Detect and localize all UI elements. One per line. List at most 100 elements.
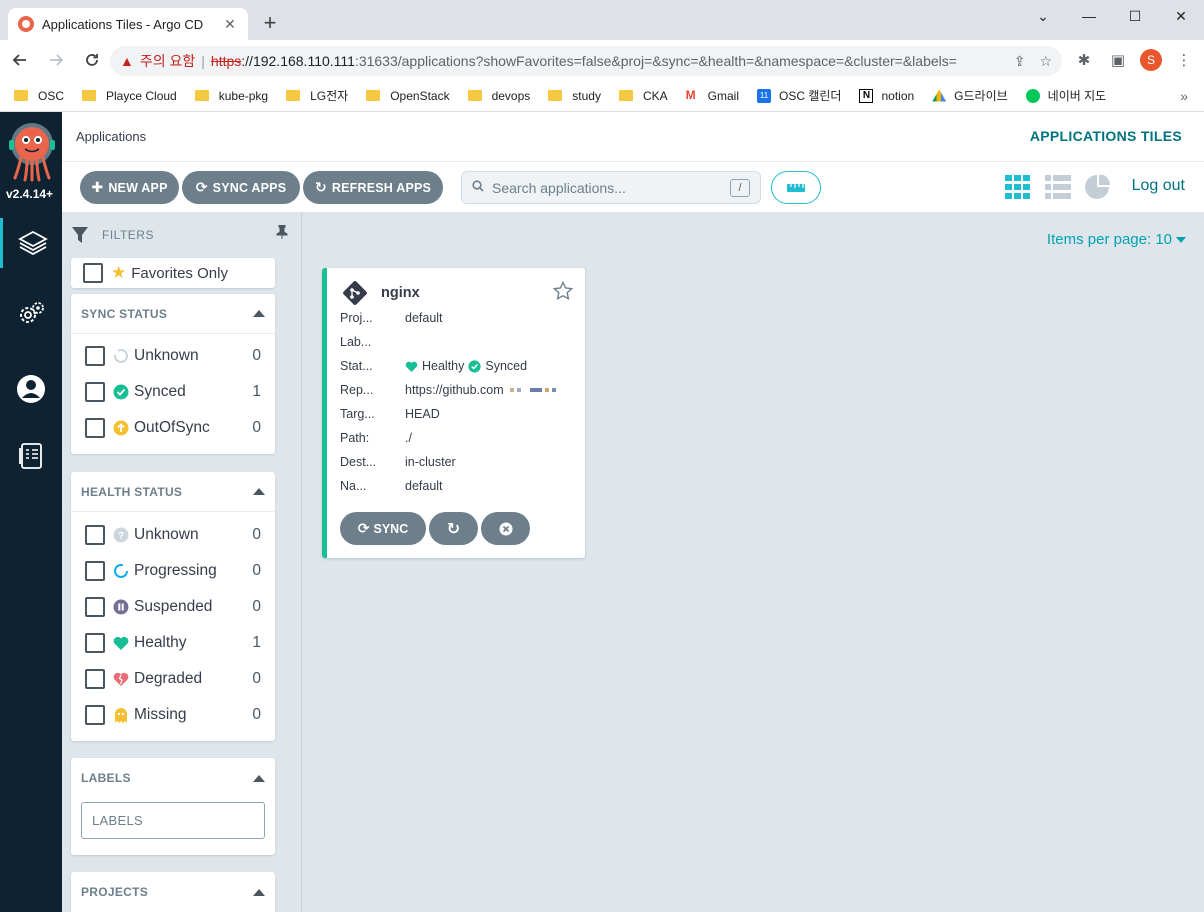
address-bar[interactable]: ▲ 주의 요함 | https ://192.168.110.111 :3163… — [110, 46, 1062, 76]
sync-status-header[interactable]: SYNC STATUS — [71, 294, 275, 334]
app-delete-button[interactable] — [481, 512, 530, 545]
reload-button[interactable] — [76, 44, 108, 76]
labels-title: LABELS — [81, 771, 131, 785]
window-controls: ⌄ — ☐ ✕ — [1020, 0, 1204, 32]
health-filter-suspended[interactable]: Suspended 0 — [71, 589, 275, 625]
tab-close-icon[interactable]: ✕ — [222, 16, 238, 33]
health-filter-degraded[interactable]: Degraded 0 — [71, 661, 275, 697]
naver-map-icon — [1025, 88, 1040, 103]
checkbox[interactable] — [85, 346, 105, 366]
bookmark-item[interactable]: CKA — [618, 89, 668, 103]
search-shortcut-key: / — [730, 178, 750, 197]
back-button[interactable] — [4, 44, 36, 76]
app-tile[interactable]: nginx Proj... default Lab... Stat... Hea… — [322, 268, 585, 558]
favorite-star-icon[interactable] — [553, 281, 573, 301]
summary-pie-icon[interactable] — [1085, 175, 1111, 199]
browser-tab[interactable]: Applications Tiles - Argo CD ✕ — [8, 8, 248, 40]
tab-strip: Applications Tiles - Argo CD ✕ + ⌄ — ☐ ✕ — [0, 0, 1204, 40]
ruler-toggle-button[interactable] — [771, 171, 821, 204]
checkbox[interactable] — [85, 382, 105, 402]
favorites-only-filter[interactable]: ★ Favorites Only — [71, 258, 275, 288]
search-input[interactable] — [492, 179, 730, 196]
close-window-button[interactable]: ✕ — [1158, 0, 1204, 32]
forward-button[interactable] — [40, 44, 72, 76]
health-filter-unknown[interactable]: ? Unknown 0 — [71, 517, 275, 553]
list-view-icon[interactable] — [1045, 175, 1071, 199]
health-filter-progressing[interactable]: Progressing 0 — [71, 553, 275, 589]
bookmark-item[interactable]: study — [548, 89, 601, 103]
maximize-button[interactable]: ☐ — [1112, 0, 1158, 32]
app-toolbar: ✚ NEW APP ⟳ SYNC APPS ↻ REFRESH APPS / L… — [62, 162, 1204, 213]
bookmarks-more-icon[interactable]: » — [1180, 88, 1188, 104]
collapse-caret-icon[interactable] — [253, 888, 265, 896]
pin-icon[interactable] — [276, 224, 288, 242]
favorites-checkbox[interactable] — [83, 263, 103, 283]
svg-text:?: ? — [118, 531, 124, 542]
checkbox[interactable] — [85, 633, 105, 653]
sync-apps-label: SYNC APPS — [212, 180, 287, 195]
gears-icon — [20, 302, 44, 323]
bookmark-item[interactable]: Nnotion — [859, 88, 914, 103]
minimize-button[interactable]: — — [1066, 0, 1112, 32]
items-per-page-dropdown[interactable]: Items per page: 10 — [1047, 231, 1186, 248]
bookmark-item[interactable]: devops — [467, 89, 530, 103]
labels-input[interactable]: LABELS — [81, 802, 265, 839]
projects-header[interactable]: PROJECTS — [71, 872, 275, 912]
health-filter-healthy[interactable]: Healthy 1 — [71, 625, 275, 661]
bookmark-item[interactable]: G드라이브 — [932, 87, 1008, 104]
checkbox[interactable] — [85, 561, 105, 581]
more-menu-icon[interactable]: ⋮ — [1172, 46, 1196, 74]
sync-filter-outofsync[interactable]: OutOfSync 0 — [71, 410, 275, 446]
checkbox[interactable] — [85, 418, 105, 438]
bookmark-item[interactable]: LG전자 — [286, 87, 348, 104]
row-key: Path: — [340, 431, 370, 445]
bookmark-item[interactable]: Playce Cloud — [82, 89, 177, 103]
logout-link[interactable]: Log out — [1132, 177, 1185, 195]
share-icon[interactable]: ⇪ — [1014, 53, 1026, 70]
bookmark-item[interactable]: kube-pkg — [194, 89, 268, 103]
nav-applications[interactable] — [0, 218, 62, 268]
bookmark-star-icon[interactable]: ☆ — [1039, 53, 1052, 70]
profile-avatar[interactable]: S — [1140, 49, 1162, 71]
calendar-icon: 11 — [757, 88, 771, 103]
sync-filter-synced[interactable]: Synced 1 — [71, 374, 275, 410]
side-panel-icon[interactable]: ▣ — [1106, 46, 1130, 74]
health-filter-missing[interactable]: Missing 0 — [71, 697, 275, 733]
extensions-puzzle-icon[interactable]: ✱ — [1072, 46, 1096, 74]
sync-apps-button[interactable]: ⟳ SYNC APPS — [182, 171, 300, 204]
refresh-apps-button[interactable]: ↻ REFRESH APPS — [303, 171, 443, 204]
app-header: Applications APPLICATIONS TILES — [62, 112, 1204, 162]
bookmark-item[interactable]: OpenStack — [366, 89, 450, 103]
app-row-namespace: Na... default — [340, 479, 443, 493]
collapse-caret-icon[interactable] — [253, 774, 265, 782]
nav-user-info[interactable] — [0, 364, 62, 414]
nav-settings[interactable] — [0, 289, 62, 339]
checkbox[interactable] — [85, 597, 105, 617]
checkbox[interactable] — [85, 705, 105, 725]
app-sync-button[interactable]: ⟳ SYNC — [340, 512, 426, 545]
tiles-view-icon[interactable] — [1005, 175, 1031, 199]
breadcrumb[interactable]: Applications — [76, 129, 146, 144]
new-tab-button[interactable]: + — [258, 12, 282, 36]
bookmark-item[interactable]: 네이버 지도 — [1025, 87, 1106, 104]
chevron-down-icon[interactable]: ⌄ — [1020, 0, 1066, 32]
labels-header[interactable]: LABELS — [71, 758, 275, 798]
checkbox[interactable] — [85, 525, 105, 545]
bookmark-item[interactable]: 11 OSC 캘린더 — [757, 87, 841, 104]
collapse-caret-icon[interactable] — [253, 488, 265, 495]
bookmark-item[interactable]: OSC — [14, 89, 64, 103]
filter-count: 0 — [252, 347, 261, 364]
security-warning-label[interactable]: 주의 요함 — [140, 51, 195, 71]
bookmark-label: Gmail — [707, 88, 739, 103]
checkbox[interactable] — [85, 669, 105, 689]
app-row-status: Stat... Healthy Synced — [340, 359, 527, 373]
health-status-header[interactable]: HEALTH STATUS — [71, 472, 275, 512]
collapse-caret-icon[interactable] — [253, 310, 265, 317]
new-app-button[interactable]: ✚ NEW APP — [80, 171, 179, 204]
nav-documentation[interactable] — [0, 431, 62, 481]
app-name[interactable]: nginx — [381, 285, 420, 301]
sync-filter-unknown[interactable]: Unknown 0 — [71, 338, 275, 374]
app-refresh-button[interactable]: ↻ — [429, 512, 478, 545]
notion-icon: N — [859, 88, 874, 103]
bookmark-item[interactable]: M Gmail — [686, 89, 739, 103]
